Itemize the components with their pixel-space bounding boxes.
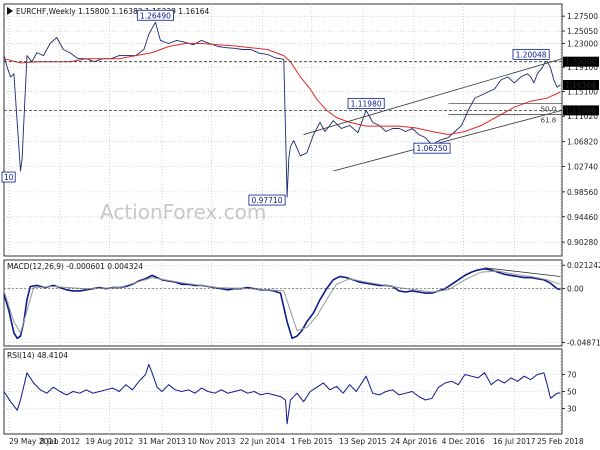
annotation-label: 1.20048 bbox=[516, 50, 547, 59]
x-tick-label: 1 Feb 2015 bbox=[291, 437, 333, 446]
y-tick-label: 1.02740 bbox=[567, 162, 598, 171]
y-tick-label: 0.98560 bbox=[567, 188, 598, 197]
chart-root: 29 May 2011 8 Jan 2012 19 Aug 2012 31 Mar 2… bbox=[0, 0, 600, 450]
chart-canvas: 29 May 20118 Jan 2012 19 Aug 2012 31 Mar 2… bbox=[1, 3, 600, 446]
x-tick-label: 13 Sep 2015 bbox=[339, 437, 387, 446]
price-label-text: 1.16164 bbox=[565, 81, 596, 90]
y-tick-label: 0.00 bbox=[567, 285, 584, 294]
y-tick-label: 1.25050 bbox=[567, 27, 598, 36]
x-tick-label: 8 Jan 2012 bbox=[40, 437, 80, 446]
annotation-label: 10 bbox=[4, 173, 14, 182]
price-series-line bbox=[3, 21, 561, 198]
price-label-text: 1.20000 bbox=[565, 58, 596, 67]
pane-group-2: RSI(14) 48.4104 70 50 30 bbox=[3, 351, 577, 425]
y-tick-label: 0.021242 bbox=[567, 261, 600, 270]
y-tick-label: 70 bbox=[567, 371, 577, 380]
x-tick-label: 19 Aug 2012 bbox=[85, 437, 133, 446]
y-tick-label: 1.27500 bbox=[567, 12, 598, 21]
annotation-label: 1.06250 bbox=[416, 144, 447, 153]
price-label-text: 1.11980 bbox=[565, 106, 596, 115]
title-arrow-icon bbox=[7, 7, 13, 15]
y-tick-label: -0.048716 bbox=[567, 338, 600, 347]
annotation-label: 1.11980 bbox=[351, 99, 382, 108]
moving-average-series-line bbox=[3, 43, 561, 136]
pane-group-0: EURCHF,Weekly 1.15800 1.16383 1.15339 1.… bbox=[1, 7, 599, 247]
y-tick-label: 1.23000 bbox=[567, 39, 598, 48]
y-tick-label: 30 bbox=[567, 405, 577, 414]
pane-title: RSI(14) 48.4104 bbox=[7, 351, 68, 360]
rsi-series-line bbox=[3, 363, 561, 425]
y-tick-label: 0.90280 bbox=[567, 238, 598, 247]
pane-group-1: MACD(12,26,9) -0.000601 0.004324 0.021242… bbox=[3, 261, 600, 347]
pane-frame-0 bbox=[3, 3, 563, 257]
fib-level-label: 61.8 bbox=[541, 117, 557, 125]
fib-level-label: 50.0 bbox=[541, 106, 557, 114]
pane-title: MACD(12,26,9) -0.000601 0.004324 bbox=[7, 262, 143, 271]
x-tick-label: 10 Nov 2013 bbox=[187, 437, 235, 446]
trend-line bbox=[303, 58, 563, 135]
x-tick-label: 16 Jul 2017 bbox=[493, 437, 536, 446]
x-tick-label: 31 Mar 2013 bbox=[138, 437, 186, 446]
x-tick-label: 24 Apr 2016 bbox=[391, 437, 438, 446]
y-tick-label: 1.06820 bbox=[567, 138, 598, 147]
x-tick-label: 25 Feb 2018 bbox=[537, 437, 584, 446]
annotation-label: 1.26490 bbox=[140, 11, 171, 20]
macd-series-line bbox=[3, 268, 561, 340]
x-tick-label: 4 Dec 2016 bbox=[442, 437, 485, 446]
pane-title: EURCHF,Weekly 1.15800 1.16383 1.15339 1.… bbox=[16, 7, 210, 16]
x-tick-label: 22 Jun 2014 bbox=[240, 437, 285, 446]
watermark-text: ActionForex.com bbox=[100, 200, 266, 224]
y-tick-label: 0.94460 bbox=[567, 213, 598, 222]
y-tick-label: 50 bbox=[567, 388, 577, 397]
trend-line bbox=[333, 109, 563, 172]
